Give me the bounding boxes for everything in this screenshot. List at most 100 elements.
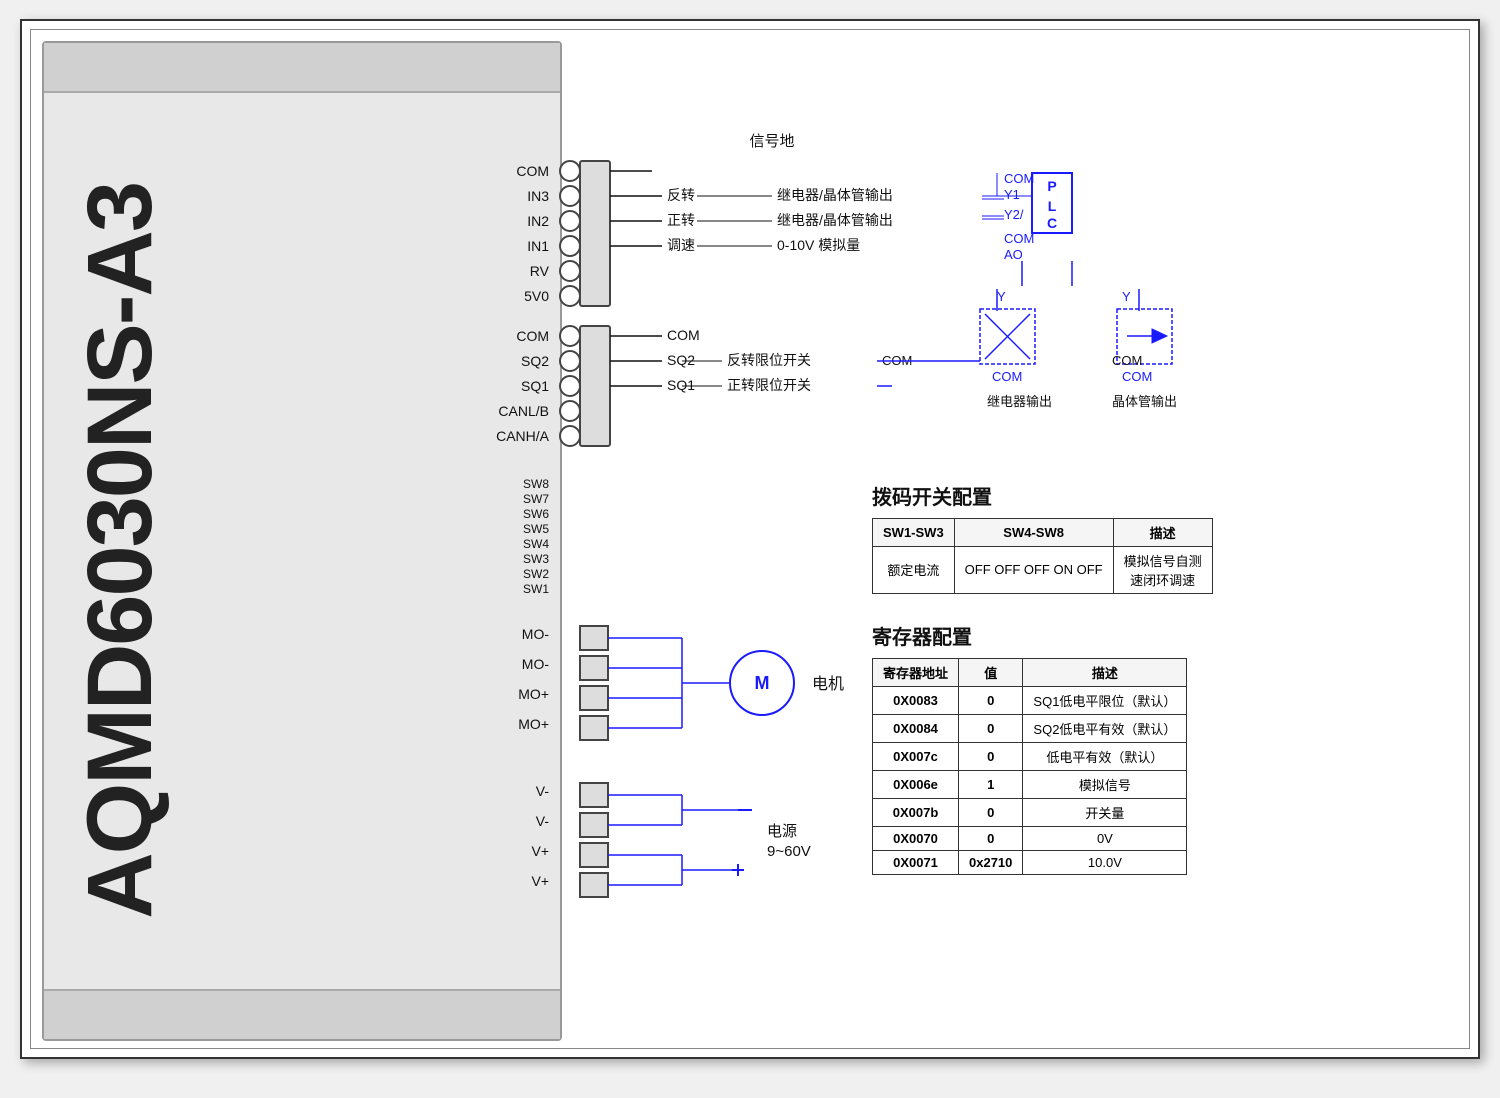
reg-row-3: 0X006e1模拟信号 [873,770,1187,798]
power-label: 电源 [767,823,797,840]
switch-config-table: SW1-SW3 SW4-SW8 描述 额定电流 OFF OFF OFF ON O… [872,518,1213,594]
sq2-func-label: SQ2 [667,352,695,368]
rect-mo-1 [580,626,608,650]
reg-row-2: 0X007c0低电平有效（默认） [873,742,1187,770]
rect-mo-2 [580,656,608,680]
relay-out-text: 继电器输出 [987,394,1052,409]
reg-header-1: 寄存器地址 [873,658,959,686]
motor-m-label: M [755,673,770,693]
rect-mo+1 [580,686,608,710]
rect-v-2 [580,813,608,837]
reg-row-0: 0X00830SQ1低电平限位（默认） [873,686,1187,714]
reg-addr-0: 0X0083 [873,686,959,714]
terminal-bar-top [580,161,610,306]
reg-val-1: 0 [959,714,1023,742]
plc-l: L [1048,198,1057,214]
register-config-title: 寄存器配置 [872,621,1187,650]
reg-val-3: 1 [959,770,1023,798]
y-label-1: Y [997,289,1006,304]
reg-addr-1: 0X0084 [873,714,959,742]
relay-x2 [985,314,1030,359]
reg-header-3: 描述 [1023,658,1187,686]
reg-row-5: 0X007000V [873,826,1187,850]
terminal-rv [560,261,580,281]
reg-desc-4: 开关量 [1023,798,1187,826]
rect-v-1 [580,783,608,807]
power-range: 9~60V [767,843,811,860]
com-ao-label: COM [1004,231,1034,246]
plc-com-label: COM [1004,171,1034,186]
transistor-box [1117,309,1172,364]
reg-desc-5: 0V [1023,826,1187,850]
reg-addr-2: 0X007c [873,742,959,770]
reg-val-6: 0x2710 [959,850,1023,874]
y-label-2: Y [1122,289,1131,304]
model-label: AQMD6030NS-A3 [74,183,166,919]
reg-val-2: 0 [959,742,1023,770]
reg-addr-3: 0X006e [873,770,959,798]
forward-limit-text: 正转限位开关 [727,377,811,393]
func-speed: 调速 [667,237,695,253]
plc-y2-label: Y2/ [1004,207,1024,222]
terminal-sq2 [560,351,580,371]
sw-row1-col3: 模拟信号自测 速闭环调速 [1113,546,1212,593]
com-relay-label: COM [992,369,1022,384]
sw-row-1: 额定电流 OFF OFF OFF ON OFF 模拟信号自测 速闭环调速 [873,546,1213,593]
rect-v+2 [580,873,608,897]
func-forward: 正转 [667,212,695,228]
sw-row1-col2: OFF OFF OFF ON OFF [954,546,1113,593]
com-mid-right: COM [882,353,912,368]
func-reverse: 反转 [667,187,695,203]
relay-x1 [985,314,1030,359]
func-relay-transistor-2: 继电器/晶体管输出 [777,212,893,228]
mid-com-label: COM [667,327,700,343]
reg-header-2: 值 [959,658,1023,686]
register-config-section: 寄存器配置 寄存器地址 值 描述 0X00830SQ1低电平限位（默认）0X00… [872,621,1187,875]
reg-row-6: 0X00710x271010.0V [873,850,1187,874]
transistor-out-text: 晶体管输出 [1112,394,1177,409]
device-panel: AQMD6030NS-A3 [42,41,562,1041]
plc-y1-label: Y1 [1004,187,1020,202]
relay-box [980,309,1035,364]
reg-desc-6: 10.0V [1023,850,1187,874]
signal-ground-label: 信号地 [749,133,794,150]
ao-label: AO [1004,247,1023,262]
reg-addr-4: 0X007b [873,798,959,826]
terminal-in1 [560,236,580,256]
sw-header-1: SW1-SW3 [873,518,955,546]
func-analog-0-10v: 0-10V 模拟量 [777,237,860,253]
switch-config-section: 拨码开关配置 SW1-SW3 SW4-SW8 描述 额定电流 OFF OFF O… [872,481,1213,594]
reverse-limit-text: 反转限位开关 [727,352,811,368]
plc-p: P [1047,178,1056,194]
sw-header-3: 描述 [1113,518,1212,546]
com-mid-right2: COM [1112,353,1142,368]
reg-val-5: 0 [959,826,1023,850]
reg-desc-1: SQ2低电平有效（默认） [1023,714,1187,742]
terminal-5v0 [560,286,580,306]
reg-addr-6: 0X0071 [873,850,959,874]
register-config-table: 寄存器地址 值 描述 0X00830SQ1低电平限位（默认）0X00840SQ2… [872,658,1187,875]
terminal-bar-mid [580,326,610,446]
reg-row-4: 0X007b0开关量 [873,798,1187,826]
com-transistor-label: COM [1122,369,1152,384]
terminal-com2 [560,326,580,346]
switch-config-title: 拨码开关配置 [872,481,1213,510]
func-relay-transistor-1: 继电器/晶体管输出 [777,187,893,203]
rect-mo+2 [580,716,608,740]
terminal-in2 [560,211,580,231]
reg-desc-3: 模拟信号 [1023,770,1187,798]
terminal-com1 [560,161,580,181]
main-container: AQMD6030NS-A3 COM IN3 IN2 IN1 RV 5V0 COM… [20,19,1480,1059]
plc-box [1032,173,1072,233]
terminal-in3 [560,186,580,206]
sq1-func-label: SQ1 [667,377,695,393]
device-bottom-bar [44,989,560,1039]
sw-row1-col1: 额定电流 [873,546,955,593]
reg-val-0: 0 [959,686,1023,714]
rect-v+1 [580,843,608,867]
transistor-arrow-head [1152,329,1167,343]
sw-header-2: SW4-SW8 [954,518,1113,546]
reg-desc-2: 低电平有效（默认） [1023,742,1187,770]
terminal-sq1 [560,376,580,396]
plc-c: C [1047,215,1057,231]
